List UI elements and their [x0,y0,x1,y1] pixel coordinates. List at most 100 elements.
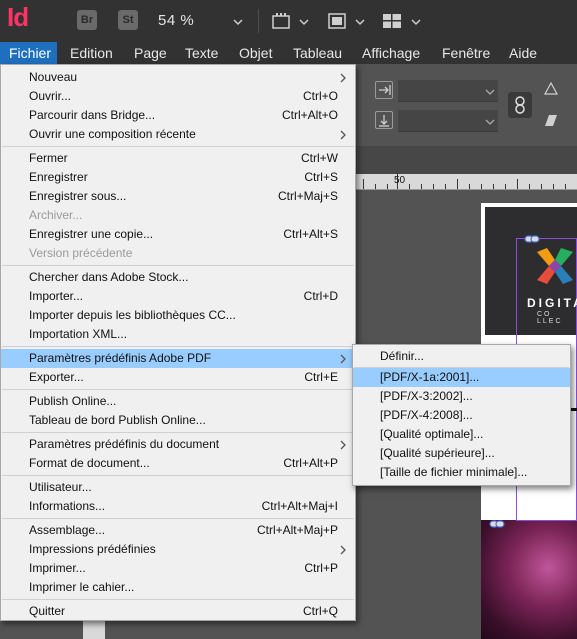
menu-page[interactable]: Page [128,42,173,64]
fichier-dropdown-menu: Nouveau Ouvrir... Ctrl+O Parcourir dans Bri… [0,64,356,621]
menu-item-shortcut: Ctrl+P [304,561,338,575]
distribute-field[interactable] [398,110,498,132]
menu-fichier[interactable]: Fichier [0,42,57,64]
menu-item-imprimer-le-cahier[interactable]: Imprimer le cahier... [1,578,355,597]
bridge-button[interactable]: Br [77,10,97,30]
menu-item-label: Quitter [29,604,66,618]
menu-texte[interactable]: Texte [179,42,224,64]
menu-item-fermer[interactable]: Fermer Ctrl+W [1,149,355,168]
link-icon[interactable] [489,518,505,528]
align-icon[interactable] [375,81,393,99]
menu-item-label: Exporter... [29,370,84,384]
menu-item-shortcut: Ctrl+E [304,370,338,384]
menu-edition[interactable]: Edition [64,42,119,64]
pdf-presets-submenu: Définir... [PDF/X-1a:2001]... [PDF/X-3:200… [352,344,571,486]
menu-item-label: Version précédente [29,246,133,260]
menu-item-label: Importer depuis les bibliothèques CC... [29,308,236,322]
menu-item-enregistrer-sous[interactable]: Enregistrer sous... Ctrl+Maj+S [1,187,355,206]
view-options-icon[interactable] [270,11,292,31]
menu-separator [2,518,354,519]
shear-icon[interactable] [543,112,559,128]
menu-item-parametres-predefinis-du-document[interactable]: Paramètres prédéfinis du document [1,435,355,454]
menu-item-label: Enregistrer [29,170,88,184]
menu-aide[interactable]: Aide [503,42,543,64]
menu-item-importer-depuis-les-bibliotheques-cc[interactable]: Importer depuis les bibliothèques CC... [1,306,355,325]
zoom-level[interactable]: 54 % [158,12,194,29]
screen-mode-icon[interactable] [326,11,348,31]
menu-tableau[interactable]: Tableau [287,42,348,64]
menu-item-format-de-document[interactable]: Format de document... Ctrl+Alt+P [1,454,355,473]
pdf-preset-qualite-superieure[interactable]: [Qualité supérieure]... [353,444,570,463]
menu-item-enregistrer-une-copie[interactable]: Enregistrer une copie... Ctrl+Alt+S [1,225,355,244]
view-options-chevron-down-icon[interactable] [298,16,310,28]
indesign-logo: Id [7,2,29,32]
menu-item-utilisateur[interactable]: Utilisateur... [1,478,355,497]
menu-item-tableau-de-bord-publish-online[interactable]: Tableau de bord Publish Online... [1,411,355,430]
menu-item-label: Utilisateur... [29,480,92,494]
pdf-preset-qualite-optimale[interactable]: [Qualité optimale]... [353,425,570,444]
menu-affichage[interactable]: Affichage [356,42,426,64]
menu-objet[interactable]: Objet [233,42,278,64]
pdf-preset-pdf-x-4-2008[interactable]: [PDF/X-4:2008]... [353,406,570,425]
horizontal-ruler: 50 [355,173,577,190]
pdf-preset-pdf-x-3-2002[interactable]: [PDF/X-3:2002]... [353,387,570,406]
menu-item-enregistrer[interactable]: Enregistrer Ctrl+S [1,168,355,187]
menu-item-importation-xml[interactable]: Importation XML... [1,325,355,344]
menu-item-label: Imprimer le cahier... [29,580,135,594]
spacing-field[interactable] [398,80,498,102]
menu-item-exporter[interactable]: Exporter... Ctrl+E [1,368,355,387]
menu-item-label: Archiver... [29,208,83,222]
menu-item-impressions-predefinies[interactable]: Impressions prédéfinies [1,540,355,559]
pdf-preset-taille-de-fichier-minimale[interactable]: [Taille de fichier minimale]... [353,463,570,482]
menu-item-label: Ouvrir une composition récente [29,127,196,141]
spacing-chevron-down-icon[interactable] [485,86,495,96]
menu-item-label: [PDF/X-1a:2001]... [380,370,480,384]
menu-item-label: Publish Online... [29,394,117,408]
menu-item-label: [Qualité supérieure]... [380,446,495,460]
menu-item-shortcut: Ctrl+O [302,89,338,103]
arrange-documents-icon[interactable] [381,11,403,31]
constrain-proportions-icon[interactable] [508,92,532,118]
photo-frame [481,520,577,639]
menu-item-label: Chercher dans Adobe Stock... [29,270,189,284]
menu-item-publish-online[interactable]: Publish Online... [1,392,355,411]
menu-item-shortcut: Ctrl+Maj+S [277,189,338,203]
zoom-chevron-down-icon[interactable] [232,16,244,28]
brand-tagline: CO LLEC [537,311,563,325]
menu-item-parametres-predefinis-adobe-pdf[interactable]: Paramètres prédéfinis Adobe PDF [1,349,355,368]
menu-item-label: Importation XML... [29,327,128,341]
menu-item-shortcut: Ctrl+Alt+S [283,227,338,241]
menu-item-informations[interactable]: Informations... Ctrl+Alt+Maj+I [1,497,355,516]
menu-item-shortcut: Ctrl+Alt+Maj+P [256,523,338,537]
menu-item-ouvrir[interactable]: Ouvrir... Ctrl+O [1,87,355,106]
distribute-icon[interactable] [375,111,393,129]
menu-item-importer[interactable]: Importer... Ctrl+D [1,287,355,306]
menu-item-label: Assemblage... [29,523,106,537]
pdf-preset-pdf-x-1a-2001[interactable]: [PDF/X-1a:2001]... [353,368,570,387]
menu-separator [2,599,354,600]
menu-item-label: Imprimer... [29,561,86,575]
menu-item-quitter[interactable]: Quitter Ctrl+Q [1,602,355,621]
menu-item-chercher-dans-adobe-stock[interactable]: Chercher dans Adobe Stock... [1,268,355,287]
menu-item-label: Format de document... [29,456,150,470]
menu-item-nouveau[interactable]: Nouveau [1,68,355,87]
menu-item-label: Enregistrer une copie... [29,227,154,241]
menu-fenetre[interactable]: Fenêtre [436,42,496,64]
screen-mode-chevron-down-icon[interactable] [354,16,366,28]
ruler-label: 50 [394,175,406,186]
distribute-chevron-down-icon[interactable] [485,116,495,126]
menu-item-label: Parcourir dans Bridge... [29,108,156,122]
menu-separator [2,475,354,476]
menu-item-shortcut: Ctrl+Alt+Maj+I [261,499,338,513]
arrange-chevron-down-icon[interactable] [410,16,422,28]
menu-item-ouvrir-une-composition-recente[interactable]: Ouvrir une composition récente [1,125,355,144]
menu-item-imprimer[interactable]: Imprimer... Ctrl+P [1,559,355,578]
link-icon[interactable] [524,233,540,243]
pdf-preset-definir[interactable]: Définir... [353,347,570,366]
menu-item-assemblage[interactable]: Assemblage... Ctrl+Alt+Maj+P [1,521,355,540]
menu-item-parcourir-dans-bridge[interactable]: Parcourir dans Bridge... Ctrl+Alt+O [1,106,355,125]
menu-item-shortcut: Ctrl+Q [302,604,338,618]
stock-button[interactable]: St [118,10,138,30]
rotate-icon[interactable] [543,80,559,96]
menu-item-label: Impressions prédéfinies [29,542,156,556]
